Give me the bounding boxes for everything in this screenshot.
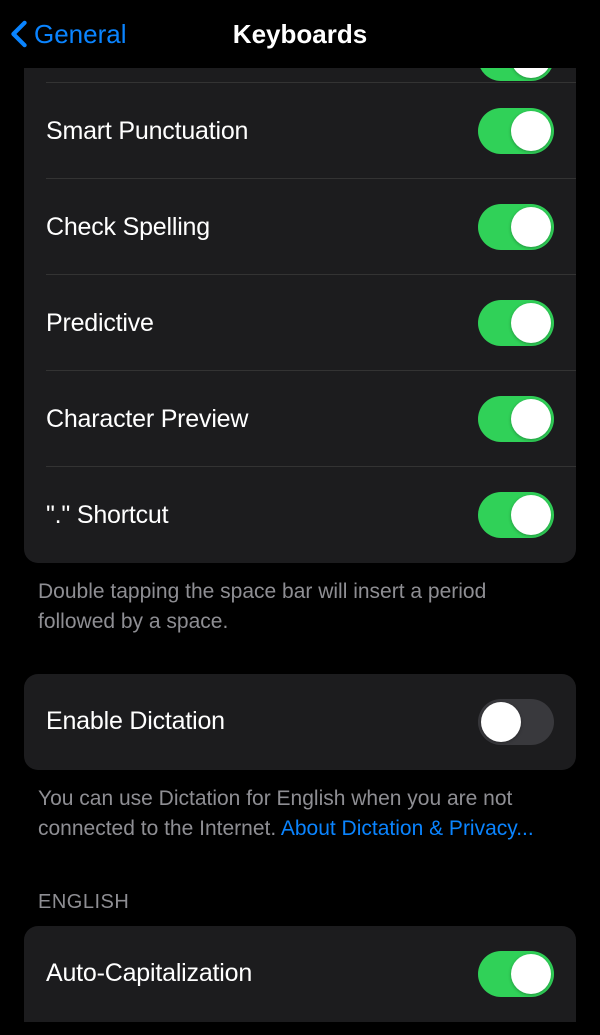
toggle-knob xyxy=(511,111,551,151)
settings-group-keyboard: Auto-Correction Smart Punctuation Check … xyxy=(24,68,576,563)
toggle-enable-dictation[interactable] xyxy=(478,699,554,745)
settings-group-english: Auto-Capitalization xyxy=(24,926,576,1022)
row-smart-punctuation: Smart Punctuation xyxy=(24,83,576,179)
row-enable-dictation: Enable Dictation xyxy=(24,674,576,770)
scroll-content[interactable]: Auto-Correction Smart Punctuation Check … xyxy=(0,68,600,1035)
settings-group-dictation: Enable Dictation xyxy=(24,674,576,770)
nav-bar: General Keyboards xyxy=(0,0,600,68)
row-label: "." Shortcut xyxy=(46,501,168,530)
row-check-spelling: Check Spelling xyxy=(24,179,576,275)
back-label: General xyxy=(34,19,127,50)
toggle-character-preview[interactable] xyxy=(478,396,554,442)
row-label: Predictive xyxy=(46,309,154,338)
dictation-privacy-link[interactable]: About Dictation & Privacy... xyxy=(281,817,534,840)
row-auto-capitalization: Auto-Capitalization xyxy=(24,926,576,1022)
toggle-auto-capitalization[interactable] xyxy=(478,951,554,997)
toggle-knob xyxy=(511,303,551,343)
group-footer: Double tapping the space bar will insert… xyxy=(0,563,600,638)
section-header-english: English xyxy=(0,891,600,926)
toggle-period-shortcut[interactable] xyxy=(478,492,554,538)
row-label: Auto-Capitalization xyxy=(46,959,252,988)
toggle-predictive[interactable] xyxy=(478,300,554,346)
row-label: Character Preview xyxy=(46,405,248,434)
toggle-knob xyxy=(511,68,551,78)
toggle-knob xyxy=(511,495,551,535)
row-label: Enable Dictation xyxy=(46,707,225,736)
row-period-shortcut: "." Shortcut xyxy=(24,467,576,563)
toggle-knob xyxy=(511,954,551,994)
toggle-knob xyxy=(511,207,551,247)
toggle-check-spelling[interactable] xyxy=(478,204,554,250)
row-auto-correction: Auto-Correction xyxy=(24,68,576,83)
row-label: Smart Punctuation xyxy=(46,117,248,146)
row-predictive: Predictive xyxy=(24,275,576,371)
group-footer: You can use Dictation for English when y… xyxy=(0,770,600,845)
toggle-auto-correction[interactable] xyxy=(478,68,554,81)
toggle-smart-punctuation[interactable] xyxy=(478,108,554,154)
toggle-knob xyxy=(481,702,521,742)
chevron-left-icon xyxy=(10,20,28,48)
toggle-knob xyxy=(511,399,551,439)
back-button[interactable]: General xyxy=(0,19,127,50)
row-label: Check Spelling xyxy=(46,213,210,242)
row-character-preview: Character Preview xyxy=(24,371,576,467)
